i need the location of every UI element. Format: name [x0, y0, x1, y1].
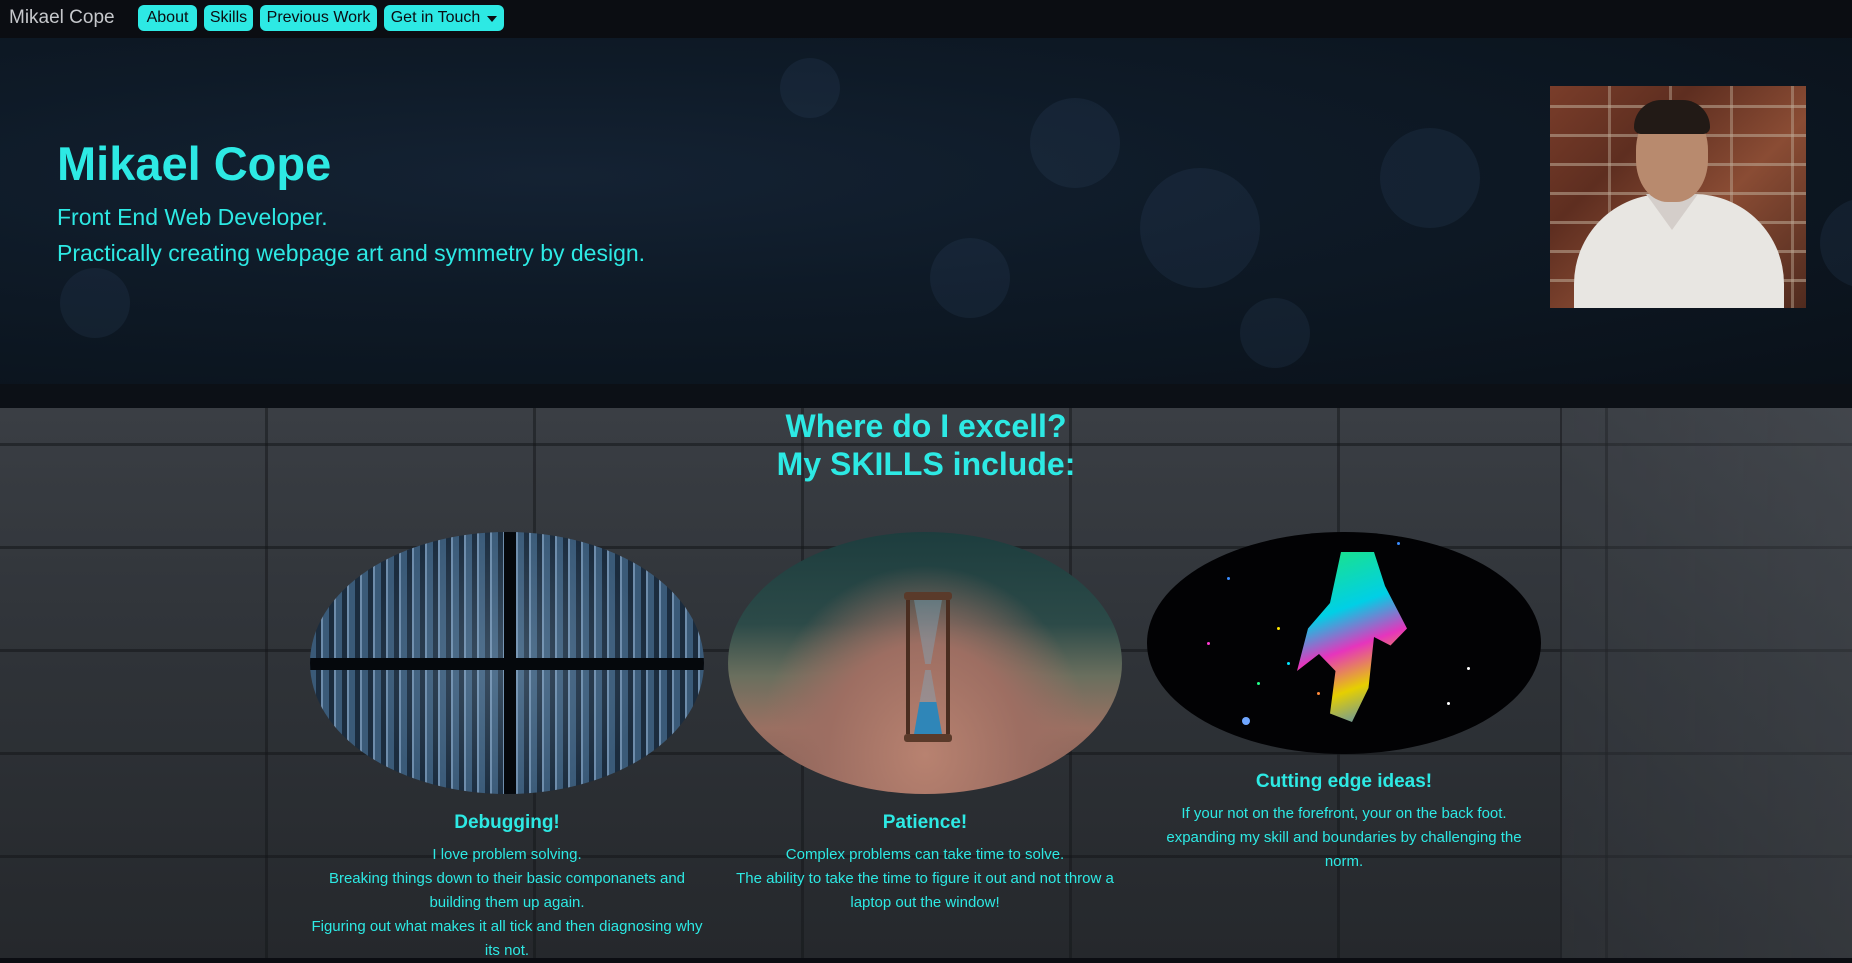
hero-subtitle-tagline: Practically creating webpage art and sym… — [57, 240, 646, 266]
cutting-edge-title: Cutting edge ideas! — [1255, 771, 1433, 792]
bokeh-light — [60, 268, 130, 338]
portrait-hair — [1634, 100, 1710, 134]
patience-line-1: Complex problems can take time to solve. — [785, 846, 1065, 863]
bokeh-light — [780, 58, 840, 118]
debugging-line-1: I love problem solving. — [432, 846, 582, 863]
nav-previous-work-label: Previous Work — [266, 9, 371, 26]
bokeh-light — [1820, 198, 1852, 288]
brand-link[interactable]: Mikael Cope — [9, 7, 115, 29]
cutting-edge-line-1: If your not on the forefront, your on th… — [1166, 805, 1522, 870]
patience-image — [728, 532, 1122, 794]
hero-section: Mikael Cope Front End Web Developer. Pra… — [0, 38, 1852, 384]
bokeh-light — [1030, 98, 1120, 188]
astronaut — [1297, 552, 1407, 722]
bokeh-light — [1380, 128, 1480, 228]
bokeh-light — [1140, 168, 1260, 288]
wall-corner — [1560, 408, 1852, 958]
skills-heading-intro: My SKILLS include: — [776, 446, 1076, 482]
nav-get-in-touch-label: Get in Touch — [390, 9, 481, 26]
debugging-image — [310, 532, 704, 794]
nav-skills-label: Skills — [209, 9, 248, 26]
nav-previous-work-button[interactable]: Previous Work — [260, 5, 377, 31]
patience-line-2: The ability to take the time to figure i… — [736, 870, 1114, 911]
hero-subtitle-role: Front End Web Developer. — [57, 204, 328, 230]
debugging-line-2: Breaking things down to their basic comp… — [328, 870, 686, 911]
nav-about-button[interactable]: About — [138, 5, 197, 31]
debugging-title: Debugging! — [454, 812, 560, 833]
bokeh-light — [930, 238, 1010, 318]
section-divider — [0, 384, 1852, 408]
hero-title: Mikael Cope — [57, 137, 332, 190]
nav-get-in-touch-dropdown[interactable]: Get in Touch — [384, 5, 504, 31]
caret-down-icon — [487, 16, 498, 22]
bokeh-light — [1240, 298, 1310, 368]
navbar: Mikael Cope About Skills Previous Work G… — [0, 0, 1852, 38]
skills-heading-question: Where do I excell? — [785, 408, 1067, 444]
nav-skills-button[interactable]: Skills — [204, 5, 253, 31]
patience-title: Patience! — [882, 812, 968, 833]
profile-photo — [1550, 86, 1806, 308]
nav-about-label: About — [146, 9, 189, 26]
hourglass — [904, 592, 952, 742]
debugging-line-3: Figuring out what makes it all tick and … — [311, 918, 703, 959]
cutting-edge-image — [1147, 532, 1541, 754]
